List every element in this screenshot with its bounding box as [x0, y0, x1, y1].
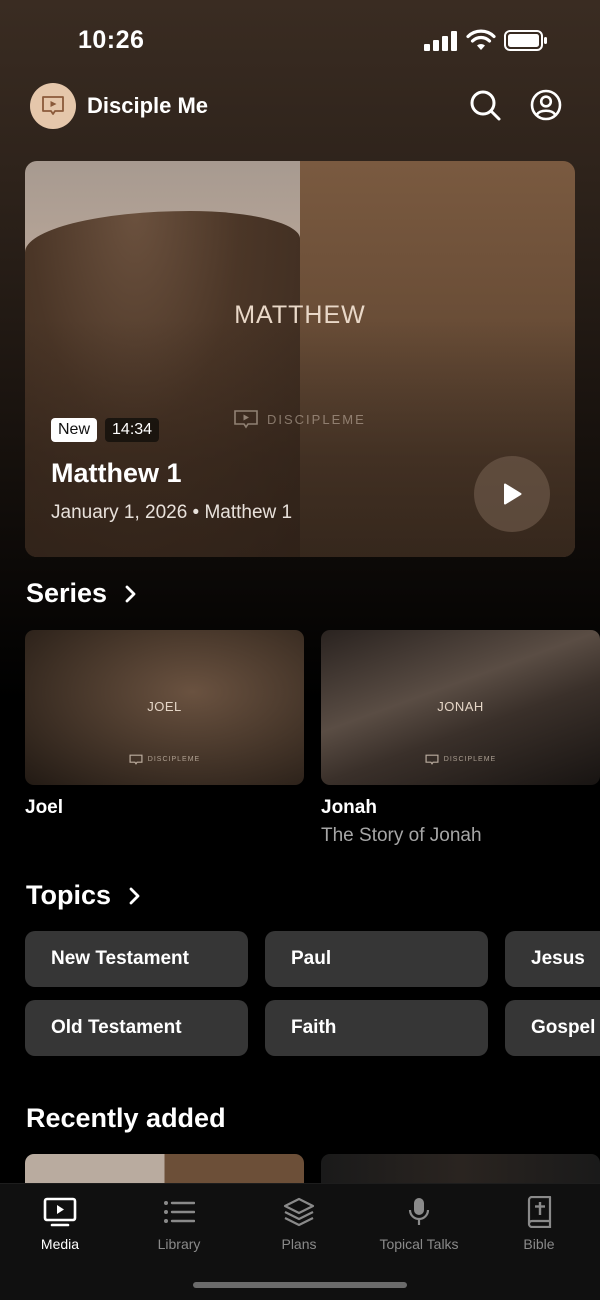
recent-title: Recently added: [26, 1103, 226, 1133]
topic-chip[interactable]: Old Testament: [25, 1000, 248, 1056]
disciple-me-logo-icon: [42, 96, 64, 115]
series-watermark-text: DISCIPLEME: [443, 756, 497, 763]
play-button[interactable]: [474, 456, 550, 532]
status-time: 10:26: [78, 26, 145, 54]
disciple-me-logo-icon: [129, 754, 143, 765]
chevron-right-icon: [125, 585, 136, 602]
series-title: Series: [26, 578, 108, 608]
battery-icon: [504, 30, 547, 51]
series-watermark: DISCIPLEME: [25, 754, 304, 765]
topics-title: Topics: [26, 880, 112, 910]
hero-title: Matthew 1: [51, 458, 182, 488]
layers-icon: [283, 1197, 315, 1227]
series-watermark-text: DISCIPLEME: [147, 756, 201, 763]
tab-label: Bible: [523, 1236, 555, 1252]
series-thumb-text: JONAH: [437, 699, 484, 714]
app-header: Disciple Me: [0, 80, 600, 134]
topic-chip[interactable]: Paul: [265, 931, 488, 987]
bible-icon: [527, 1196, 552, 1228]
topic-chip[interactable]: New Testament: [25, 931, 248, 987]
tv-play-icon: [43, 1197, 77, 1227]
cellular-signal-icon: [424, 31, 458, 51]
profile-icon[interactable]: [530, 89, 562, 121]
search-icon[interactable]: [468, 88, 502, 122]
tab-label: Library: [157, 1236, 201, 1252]
home-indicator[interactable]: [193, 1282, 407, 1288]
series-watermark: DISCIPLEME: [321, 754, 600, 765]
recent-section-header: Recently added: [26, 1103, 226, 1134]
topic-chip[interactable]: Faith: [265, 1000, 488, 1056]
hero-watermark-text: DISCIPLEME: [267, 411, 366, 427]
tab-label: Plans: [281, 1236, 317, 1252]
featured-video-card[interactable]: MATTHEW DISCIPLEME New 14:34 Matthew 1 J…: [25, 161, 575, 557]
tab-label: Topical Talks: [379, 1236, 459, 1252]
hero-book-title: MATTHEW: [234, 301, 366, 329]
app-logo[interactable]: [30, 83, 76, 129]
series-name[interactable]: Jonah: [321, 797, 377, 819]
series-subtitle: The Story of Jonah: [321, 825, 482, 846]
topic-chip[interactable]: Jesus: [505, 931, 600, 987]
series-name[interactable]: Joel: [25, 797, 63, 819]
chevron-right-icon: [129, 887, 140, 904]
microphone-icon: [408, 1198, 430, 1225]
topics-section-header[interactable]: Topics: [26, 880, 141, 911]
bottom-tab-bar: Media Library Plans Topical Talks Bible: [0, 1183, 600, 1300]
tab-bible[interactable]: Bible: [479, 1194, 599, 1258]
tab-plans[interactable]: Plans: [239, 1194, 359, 1258]
series-card-jonah[interactable]: JONAH DISCIPLEME: [321, 630, 600, 785]
list-icon: [164, 1201, 195, 1223]
disciple-me-logo-icon: [234, 410, 258, 429]
tab-topical-talks[interactable]: Topical Talks: [359, 1194, 479, 1258]
status-bar: 10:26: [0, 0, 600, 80]
hero-badges: New 14:34: [51, 418, 160, 442]
new-badge: New: [51, 418, 98, 442]
duration-badge: 14:34: [105, 418, 160, 442]
tab-media[interactable]: Media: [0, 1194, 120, 1258]
series-card-joel[interactable]: JOEL DISCIPLEME: [25, 630, 304, 785]
play-icon: [504, 483, 522, 505]
hero-meta: January 1, 2026 • Matthew 1: [51, 502, 293, 523]
series-section-header[interactable]: Series: [26, 578, 137, 609]
tab-label: Media: [40, 1236, 80, 1252]
topic-chip[interactable]: Gospel: [505, 1000, 600, 1056]
series-thumb-text: JOEL: [147, 699, 182, 714]
app-title: Disciple Me: [87, 93, 209, 118]
wifi-icon: [466, 29, 496, 50]
tab-library[interactable]: Library: [119, 1194, 239, 1258]
hero-watermark: DISCIPLEME: [233, 407, 393, 431]
disciple-me-logo-icon: [425, 754, 439, 765]
